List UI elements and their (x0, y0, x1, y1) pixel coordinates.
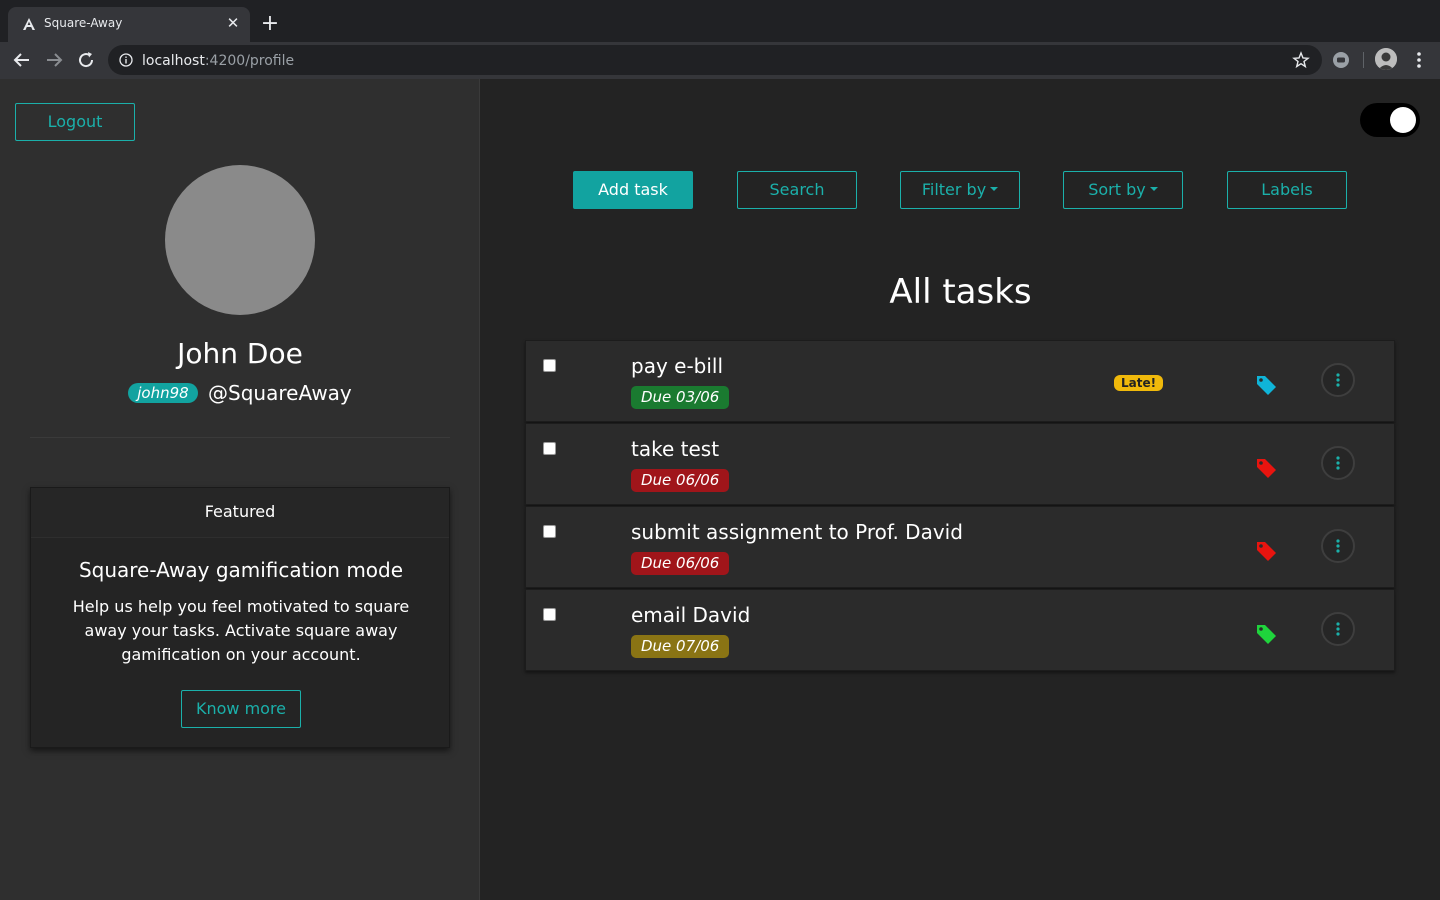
more-vertical-icon (1336, 539, 1340, 553)
add-task-button[interactable]: Add task (573, 171, 693, 209)
tasks-panel: Add task Search Filter by Sort by Labels… (481, 79, 1440, 900)
browser-chrome: Square-Away ✕ + localhost:4200/profile (0, 0, 1440, 79)
toggle-knob (1390, 107, 1416, 133)
url-text: localhost:4200/profile (142, 53, 294, 69)
labels-button[interactable]: Labels (1227, 171, 1347, 209)
task-checkbox[interactable] (543, 359, 556, 372)
task-row: take test Due 06/06 (525, 423, 1395, 505)
forward-arrow-icon[interactable] (42, 48, 66, 72)
more-vertical-icon (1336, 456, 1340, 470)
task-row: email David Due 07/06 (525, 589, 1395, 671)
task-options-button[interactable] (1321, 446, 1355, 480)
due-date-badge: Due 06/06 (631, 469, 730, 492)
address-bar[interactable]: localhost:4200/profile (108, 45, 1322, 75)
task-options-button[interactable] (1321, 612, 1355, 646)
more-vertical-icon (1336, 373, 1340, 387)
task-list-title: All tasks (889, 272, 1032, 312)
close-tab-icon[interactable]: ✕ (224, 14, 242, 32)
sidebar-divider (30, 437, 450, 438)
featured-card: Featured Square-Away gamification mode H… (30, 487, 450, 748)
reload-icon[interactable] (74, 48, 98, 72)
task-checkbox[interactable] (543, 442, 556, 455)
label-tag-icon[interactable] (1254, 622, 1278, 646)
task-options-button[interactable] (1321, 529, 1355, 563)
profile-name: John Doe (177, 337, 303, 370)
more-vertical-icon (1336, 622, 1340, 636)
back-arrow-icon[interactable] (10, 48, 34, 72)
extension-icon[interactable] (1332, 51, 1350, 69)
sort-by-dropdown[interactable]: Sort by (1063, 171, 1183, 209)
tab-strip: Square-Away ✕ + (0, 0, 1440, 42)
angular-favicon-icon (23, 18, 35, 30)
label-tag-icon[interactable] (1254, 539, 1278, 563)
dark-mode-toggle[interactable] (1360, 103, 1420, 137)
caret-down-icon (1149, 187, 1158, 191)
browser-profile-avatar[interactable] (1375, 48, 1397, 70)
task-name[interactable]: take test (631, 437, 719, 461)
sort-by-label: Sort by (1088, 180, 1146, 199)
due-date-badge: Due 07/06 (631, 635, 730, 658)
task-name[interactable]: pay e-bill (631, 354, 723, 378)
filter-by-dropdown[interactable]: Filter by (900, 171, 1020, 209)
toolbar-separator (1363, 52, 1364, 68)
task-row: submit assignment to Prof. David Due 06/… (525, 506, 1395, 588)
task-name[interactable]: email David (631, 603, 750, 627)
filter-by-label: Filter by (921, 180, 987, 199)
url-path: :4200/profile (204, 53, 295, 69)
browser-menu-icon[interactable] (1410, 50, 1428, 70)
info-icon[interactable] (119, 53, 133, 67)
task-list: pay e-bill Due 03/06 Late! take test Due… (525, 340, 1395, 672)
task-checkbox[interactable] (543, 525, 556, 538)
label-tag-icon[interactable] (1254, 373, 1278, 397)
username-badge: john98 (128, 383, 198, 403)
profile-avatar (165, 165, 315, 315)
due-date-badge: Due 06/06 (631, 552, 730, 575)
browser-toolbar: localhost:4200/profile (0, 42, 1440, 79)
featured-card-title: Square-Away gamification mode (78, 558, 404, 582)
task-row: pay e-bill Due 03/06 Late! (525, 340, 1395, 422)
profile-handle: @SquareAway (208, 381, 352, 405)
url-host: localhost (142, 53, 205, 69)
profile-handle-row: john98 @SquareAway (0, 381, 480, 405)
know-more-button[interactable]: Know more (181, 690, 301, 728)
label-tag-icon[interactable] (1254, 456, 1278, 480)
task-options-button[interactable] (1321, 363, 1355, 397)
caret-down-icon (990, 187, 999, 191)
new-tab-icon[interactable]: + (259, 13, 281, 35)
profile-sidebar: Logout John Doe john98 @SquareAway Featu… (0, 79, 480, 900)
due-date-badge: Due 03/06 (631, 386, 730, 409)
app-page: Logout John Doe john98 @SquareAway Featu… (0, 79, 1440, 900)
task-name[interactable]: submit assignment to Prof. David (631, 520, 963, 544)
search-button[interactable]: Search (737, 171, 857, 209)
browser-tab[interactable]: Square-Away ✕ (8, 7, 250, 42)
featured-card-text: Help us help you feel motivated to squar… (72, 597, 410, 664)
bookmark-star-icon[interactable] (1292, 51, 1310, 69)
person-icon (1375, 48, 1397, 70)
late-badge: Late! (1114, 375, 1164, 391)
featured-card-header: Featured (31, 488, 449, 538)
logout-button[interactable]: Logout (15, 103, 135, 141)
task-checkbox[interactable] (543, 608, 556, 621)
tab-title: Square-Away (44, 16, 123, 30)
